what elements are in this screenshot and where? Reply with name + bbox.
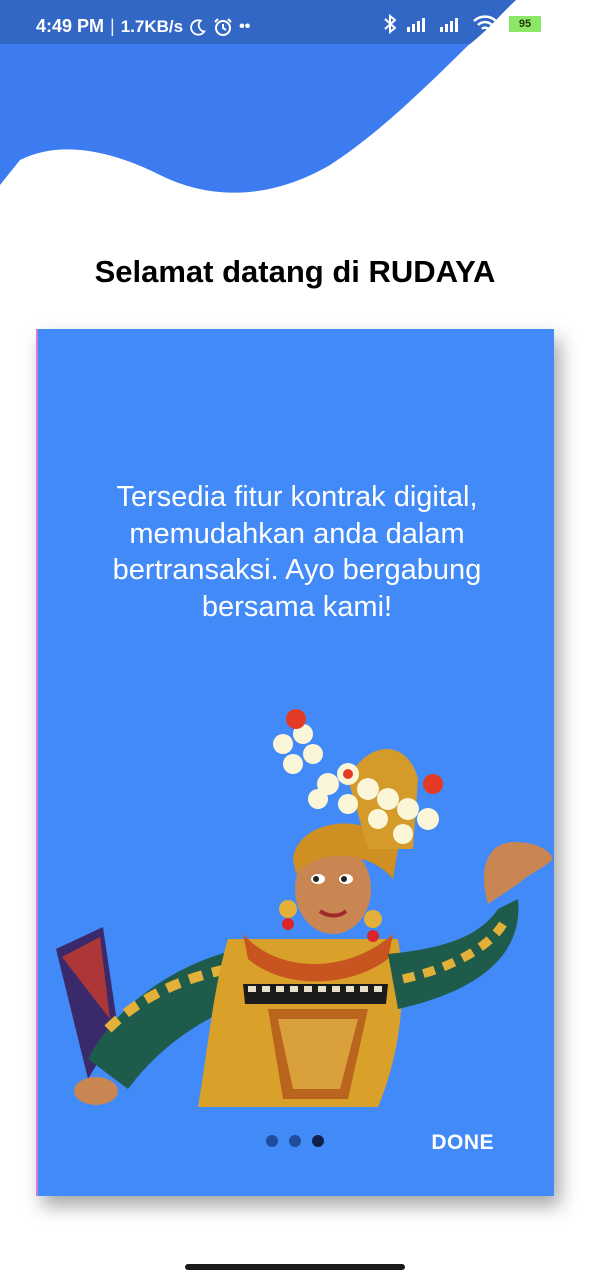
more-notifications-icon: ••: [239, 17, 251, 35]
slide-description: Tersedia fitur kontrak digital, memudahk…: [112, 481, 482, 623]
signal-icon: [440, 18, 458, 32]
page-indicator: [266, 1135, 324, 1147]
page-indicator-dot-active[interactable]: [312, 1135, 324, 1147]
page-indicator-dot[interactable]: [289, 1135, 301, 1147]
alarm-icon: [214, 17, 232, 36]
moon-icon: [190, 18, 206, 36]
status-bar: 4:49 PM | 1.7KB/s •• 95: [0, 0, 590, 56]
status-time: 4:49 PM: [36, 16, 105, 36]
battery-level: 95: [518, 18, 532, 30]
battery-icon: 95: [507, 14, 546, 34]
page-indicator-dot[interactable]: [266, 1135, 278, 1147]
signal-icon: [407, 18, 425, 32]
charging-icon: [553, 15, 563, 33]
home-indicator[interactable]: [185, 1264, 405, 1270]
onboarding-slide-card[interactable]: Tersedia fitur kontrak digital, memudahk…: [36, 329, 554, 1196]
done-button[interactable]: DONE: [431, 1131, 494, 1155]
balinese-dancer-image: [56, 709, 553, 1107]
wifi-icon: [473, 15, 497, 30]
bluetooth-icon: [384, 14, 397, 34]
network-speed: 1.7KB/s: [120, 16, 184, 36]
page-title: Selamat datang di RUDAYA: [94, 254, 496, 289]
